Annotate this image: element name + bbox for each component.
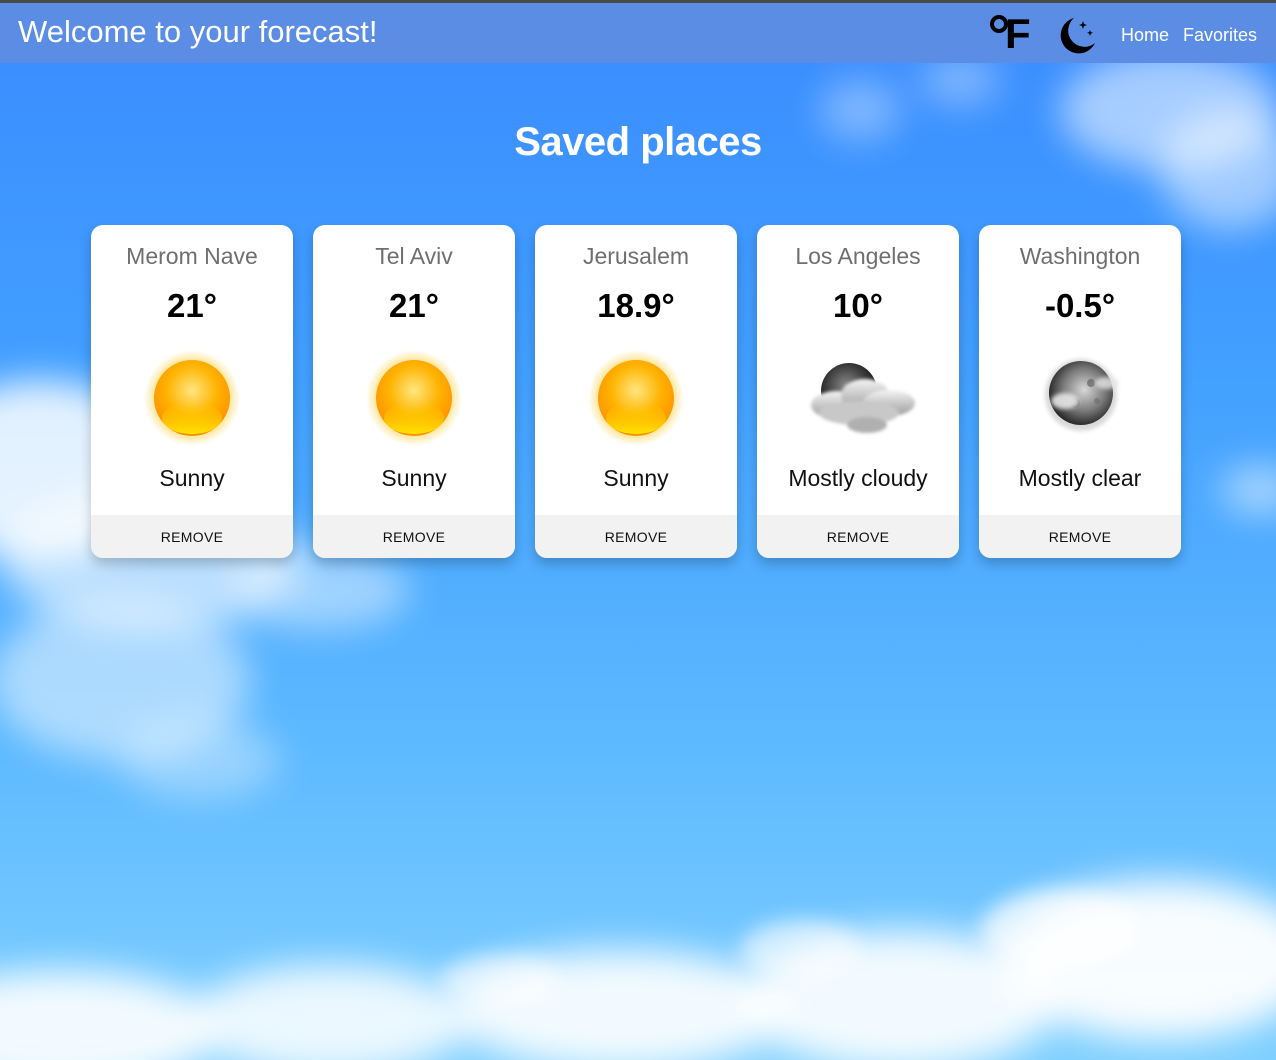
- page-title: Saved places: [514, 120, 762, 164]
- place-card-jerusalem[interactable]: Jerusalem 18.9° Sunny REMOVE: [535, 225, 737, 558]
- sun-icon: [144, 350, 240, 446]
- weather-condition: Sunny: [159, 465, 225, 491]
- sun-icon: [366, 350, 462, 446]
- place-card-tel-aviv[interactable]: Tel Aviv 21° Sunny REMOVE: [313, 225, 515, 558]
- temperature-value: -0.5°: [1044, 287, 1116, 324]
- nav-favorites-link[interactable]: Favorites: [1183, 25, 1257, 46]
- weather-condition: Sunny: [381, 465, 447, 491]
- saved-places-list: Merom Nave 21° Sunny REMOVE Tel Aviv 21°…: [91, 225, 1181, 559]
- nav-home-link[interactable]: Home: [1121, 25, 1169, 46]
- temperature-value: 10°: [833, 287, 883, 324]
- temperature-unit-toggle[interactable]: F: [988, 10, 1034, 57]
- remove-button[interactable]: REMOVE: [757, 515, 959, 558]
- fahrenheit-letter: F: [1005, 10, 1031, 57]
- weather-condition: Mostly clear: [1018, 465, 1142, 491]
- remove-button[interactable]: REMOVE: [979, 515, 1181, 558]
- temperature-value: 21°: [389, 287, 439, 324]
- app-title: Welcome to your forecast!: [18, 14, 378, 49]
- city-name: Los Angeles: [795, 243, 921, 269]
- place-card-washington[interactable]: Washington -0.5° Mostly clear REMOVE: [979, 225, 1181, 558]
- city-name: Merom Nave: [126, 243, 258, 269]
- city-name: Tel Aviv: [375, 243, 453, 269]
- moon-stars-icon: [1060, 18, 1095, 54]
- moon-cloud-icon: [811, 363, 915, 433]
- sun-icon: [588, 350, 684, 446]
- city-name: Jerusalem: [582, 243, 690, 269]
- city-name: Washington: [1019, 243, 1141, 269]
- weather-condition: Sunny: [603, 465, 669, 491]
- place-card-los-angeles[interactable]: Los Angeles 10° Mostly cloudy REMOVE: [757, 225, 959, 558]
- remove-button[interactable]: REMOVE: [313, 515, 515, 558]
- dark-mode-toggle[interactable]: [1054, 13, 1100, 59]
- place-card-merom-nave[interactable]: Merom Nave 21° Sunny REMOVE: [91, 225, 293, 558]
- moon-small-cloud-icon: [1045, 359, 1119, 431]
- remove-button[interactable]: REMOVE: [91, 515, 293, 558]
- top-app-bar: Welcome to your forecast! F Home Favorit…: [0, 0, 1276, 63]
- temperature-value: 21°: [167, 287, 217, 324]
- temperature-value: 18.9°: [597, 287, 675, 324]
- weather-condition: Mostly cloudy: [788, 465, 928, 491]
- remove-button[interactable]: REMOVE: [535, 515, 737, 558]
